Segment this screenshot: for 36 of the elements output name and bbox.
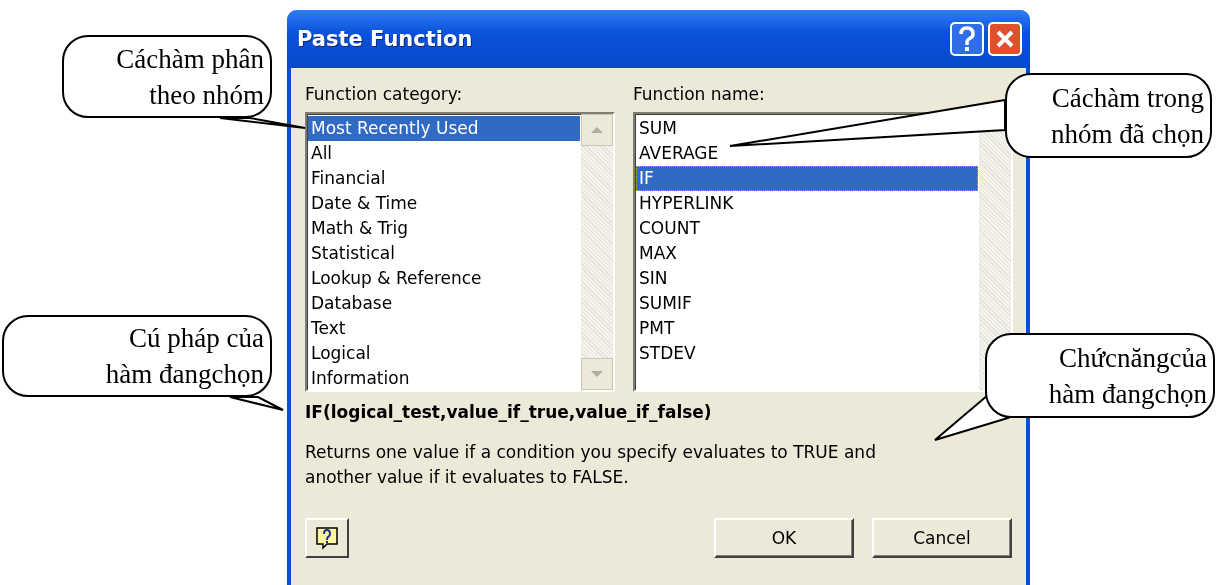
function-name-label: Function name:	[633, 84, 766, 106]
category-item[interactable]: All	[308, 141, 580, 166]
category-item[interactable]: Statistical	[308, 241, 580, 266]
window-title: Paste Function	[297, 27, 474, 51]
function-item[interactable]: SIN	[636, 266, 978, 291]
category-item[interactable]: Financial	[308, 166, 580, 191]
callout-text: Cáchàm trong nhóm đã chọn	[1051, 81, 1204, 151]
function-syntax: IF(logical_test,value_if_true,value_if_false)	[305, 402, 713, 422]
help-icon[interactable]	[950, 22, 984, 56]
category-item[interactable]: Text	[308, 316, 580, 341]
category-item[interactable]: Logical	[308, 341, 580, 366]
function-description: Returns one value if a condition you specify evaluates to TRUE and another value if it evaluates to FALSE.	[305, 441, 877, 489]
ok-button[interactable]: OK	[714, 518, 854, 558]
function-item[interactable]: AVERAGE	[636, 141, 978, 166]
category-item[interactable]: Database	[308, 291, 580, 316]
category-item[interactable]: Date & Time	[308, 191, 580, 216]
close-icon[interactable]	[988, 22, 1022, 56]
function-item[interactable]: COUNT	[636, 216, 978, 241]
category-item[interactable]: Math & Trig	[308, 216, 580, 241]
function-item[interactable]: MAX	[636, 241, 978, 266]
help-button[interactable]	[305, 518, 349, 558]
category-item[interactable]: Information	[308, 366, 580, 391]
help-icon	[315, 526, 339, 550]
function-item[interactable]: SUMIF	[636, 291, 978, 316]
category-list[interactable]: Most Recently Used All Financial Date & Time Math & Trig Statistical Lookup & Reference Database Text Logical Information	[305, 112, 615, 392]
function-item[interactable]: PMT	[636, 316, 978, 341]
cancel-button[interactable]: Cancel	[872, 518, 1012, 558]
function-item[interactable]: IF	[636, 166, 978, 191]
category-item[interactable]: Lookup & Reference	[308, 266, 580, 291]
function-item[interactable]: HYPERLINK	[636, 191, 978, 216]
category-item[interactable]: Most Recently Used	[308, 116, 580, 141]
callout-text: Chứcnăngcủa hàm đangchọn	[1048, 341, 1207, 411]
callout-text: Cú pháp của hàm đangchọn	[105, 322, 264, 391]
callout-text: Cáchàm phân theo nhóm	[116, 42, 264, 112]
function-item[interactable]: STDEV	[636, 341, 978, 366]
category-label: Function category:	[305, 84, 464, 106]
